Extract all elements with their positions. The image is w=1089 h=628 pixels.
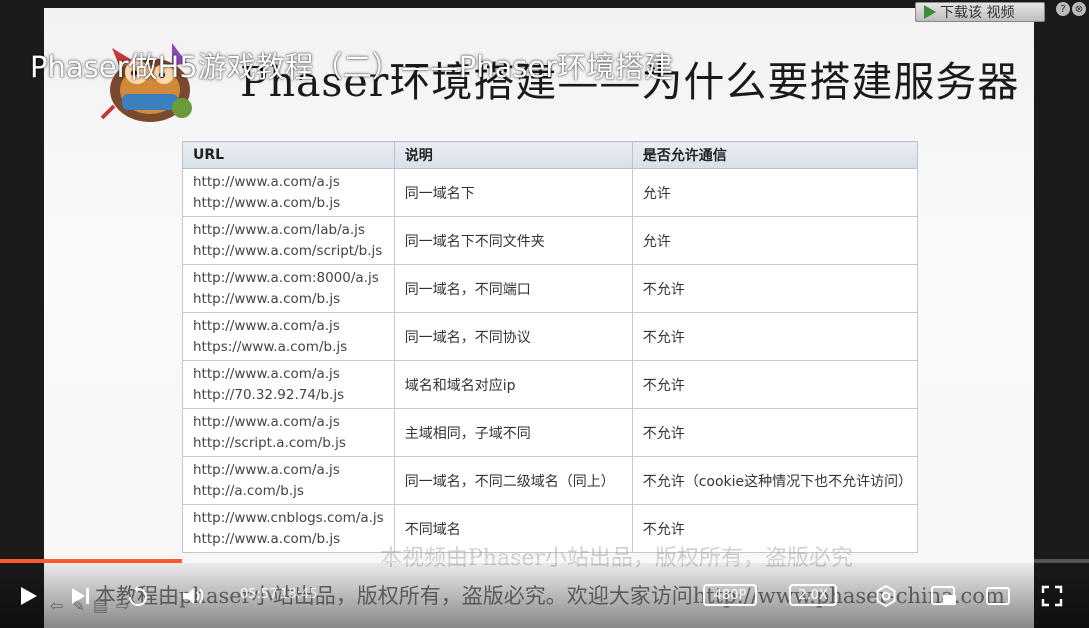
fullscreen-icon[interactable] (1040, 584, 1064, 608)
settings-icon[interactable] (874, 584, 898, 608)
allowed-cell: 不允许 (631, 312, 919, 361)
table-row: http://www.a.com/lab/a.js http://www.a.co… (182, 216, 919, 265)
url-cell: http://www.a.com/a.js https://www.a.com/b… (182, 312, 395, 361)
table-row: http://www.a.com/a.js http://script.a.com… (182, 408, 919, 457)
progress-bar[interactable] (0, 559, 1089, 563)
url-cell: http://www.a.com/a.js http://script.a.com… (182, 408, 395, 457)
url-line: http://www.a.com/a.js (193, 461, 340, 478)
column-header-url: URL (182, 141, 395, 169)
url-cell: http://www.a.com:8000/a.js http://www.a.c… (182, 264, 395, 313)
description-cell: 主域相同，子域不同 (393, 408, 633, 457)
current-time: 05:57 (240, 587, 278, 602)
table-row: http://www.a.com/a.js http://www.a.com/b.… (182, 168, 919, 217)
video-title: Phaser做H5游戏教程（二）——Phaser环境搭建 (30, 50, 674, 84)
allowed-cell: 不允许 (631, 264, 919, 313)
quality-selector[interactable]: 480P (703, 584, 757, 606)
allowed-cell: 不允许 (631, 408, 919, 457)
allowed-cell: 不允许（cookie这种情况下也不允许访问） (631, 456, 919, 505)
volume-icon[interactable] (180, 584, 206, 608)
video-right-edge (1034, 8, 1089, 628)
help-icon[interactable]: ? (1056, 2, 1070, 16)
replay-icon[interactable] (126, 585, 150, 609)
table-header-row: URL 说明 是否允许通信 (182, 141, 919, 169)
slide-footer-text: 本教程由phaser小站出品，版权所有，盗版必究。欢迎大家访问http://ww… (95, 584, 1005, 608)
url-cell: http://www.a.com/lab/a.js http://www.a.co… (182, 216, 395, 265)
url-line: http://www.a.com/lab/a.js (193, 221, 365, 238)
column-header-description: 说明 (393, 141, 633, 169)
allowed-cell: 不允许 (631, 360, 919, 409)
widescreen-icon[interactable] (985, 585, 1011, 607)
url-cell: http://www.a.com/a.js http://www.a.com/b.… (182, 168, 395, 217)
url-line: https://www.a.com/b.js (193, 338, 348, 355)
table-row: http://www.a.com:8000/a.js http://www.a.c… (182, 264, 919, 313)
download-label: 下载该 视频 (940, 5, 1015, 21)
table-row: http://www.a.com/a.js http://70.32.92.74/… (182, 360, 919, 409)
url-line: http://script.a.com/b.js (193, 434, 346, 451)
description-cell: 同一域名，不同协议 (393, 312, 633, 361)
url-line: http://www.cnblogs.com/a.js (193, 509, 384, 526)
table-row: http://www.a.com/a.js http://a.com/b.js 同… (182, 456, 919, 505)
table-row: http://www.a.com/a.js https://www.a.com/b… (182, 312, 919, 361)
url-cell: http://www.a.com/a.js http://70.32.92.74/… (182, 360, 395, 409)
url-line: http://www.a.com/a.js (193, 317, 340, 334)
description-cell: 同一域名，不同端口 (393, 264, 633, 313)
url-line: http://a.com/b.js (193, 482, 304, 499)
url-cell: http://www.cnblogs.com/a.js http://www.a.… (182, 504, 395, 553)
allowed-cell: 允许 (631, 168, 919, 217)
url-line: http://www.a.com/a.js (193, 365, 340, 382)
description-cell: 同一域名下 (393, 168, 633, 217)
url-line: http://www.a.com/b.js (193, 290, 341, 307)
next-icon[interactable] (70, 586, 92, 606)
speed-selector[interactable]: 2.0X (789, 584, 837, 606)
allowed-cell: 允许 (631, 216, 919, 265)
url-line: http://www.a.com/b.js (193, 194, 341, 211)
video-left-edge (0, 8, 44, 628)
window-help-icons: ? ⊗ (1056, 2, 1086, 16)
picture-in-picture-icon[interactable] (930, 584, 958, 608)
progress-bar-fill (0, 559, 182, 563)
url-line: http://www.a.com/b.js (193, 530, 341, 547)
close-icon[interactable]: ⊗ (1072, 2, 1086, 16)
description-cell: 域名和域名对应ip (393, 360, 633, 409)
url-line: http://70.32.92.74/b.js (193, 386, 345, 403)
play-icon[interactable] (16, 584, 40, 608)
url-line: http://www.a.com/a.js (193, 173, 340, 190)
download-video-button[interactable]: 下载该 视频 (915, 2, 1045, 22)
cross-origin-table: URL 说明 是否允许通信 http://www.a.com/a.js http:… (182, 141, 919, 553)
url-cell: http://www.a.com/a.js http://a.com/b.js (182, 456, 395, 505)
download-arrow-icon (924, 5, 936, 19)
url-line: http://www.a.com:8000/a.js (193, 269, 379, 286)
column-header-allowed: 是否允许通信 (631, 141, 919, 169)
menu-icon: ▤ (92, 596, 108, 615)
description-cell: 同一域名，不同二级域名（同上） (393, 456, 633, 505)
url-line: http://www.a.com/script/b.js (193, 242, 383, 259)
arrow-left-icon: ⇦ (50, 596, 64, 615)
url-line: http://www.a.com/a.js (193, 413, 340, 430)
duration: 18:45 (280, 587, 318, 602)
description-cell: 同一域名下不同文件夹 (393, 216, 633, 265)
